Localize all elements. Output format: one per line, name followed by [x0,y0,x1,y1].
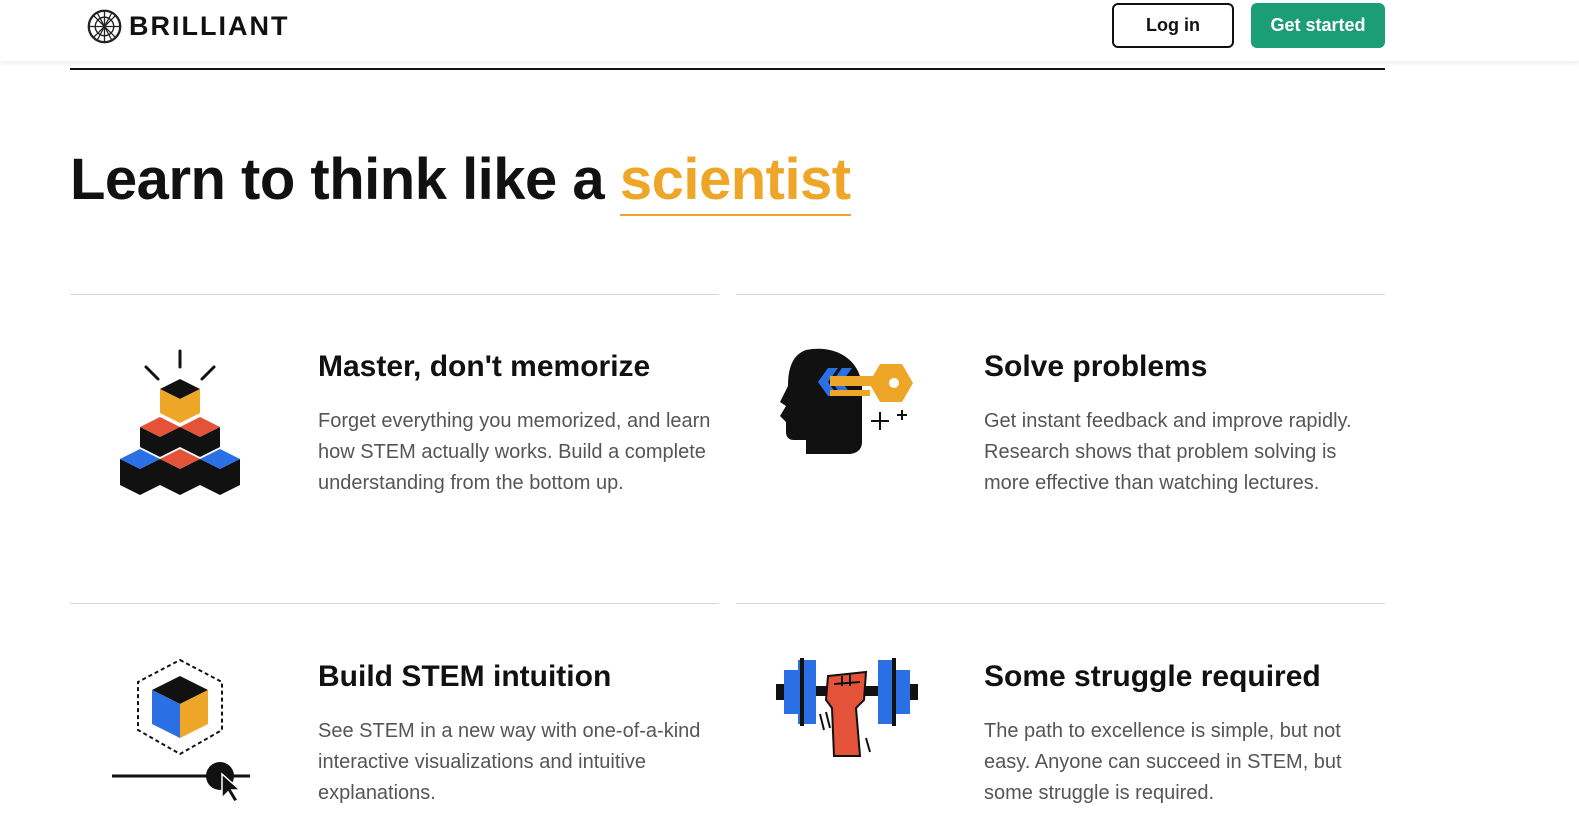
feature-title: Build STEM intuition [318,660,612,693]
feature-description: See STEM in a new way with one-of-a-kind… [318,720,701,804]
feature-divider [70,294,719,295]
brilliant-logo-icon [87,9,122,44]
headline-prefix: Learn to think like a [70,147,620,212]
head-with-key-icon [780,348,913,454]
get-started-button[interactable]: Get started [1251,3,1385,48]
dumbbell-icon [776,658,918,757]
feature-divider [736,294,1385,295]
feature-divider [70,603,719,604]
brand-logo[interactable]: BRILLIANT [86,8,289,45]
feature-title: Some struggle required [984,660,1321,693]
stacked-cubes-icon [120,349,240,495]
headline-accent: scientist [619,147,851,216]
feature-description: Get instant feedback and improve rapidly… [984,410,1352,494]
feature-description: Forget everything you memorized, and lea… [318,410,711,494]
feature-title: Master, don't memorize [318,350,651,383]
feature-divider [736,603,1385,604]
cube-slider-icon [112,658,250,802]
feature-title: Solve problems [984,350,1208,383]
login-button[interactable]: Log in [1112,3,1234,48]
brand-name: BRILLIANT [129,11,290,41]
feature-description: The path to excellence is simple, but no… [984,720,1342,804]
site-header: BRILLIANT Log in Get started [0,0,1579,61]
section-divider [70,68,1385,70]
page-title: Learn to think like a scientist [70,146,851,216]
